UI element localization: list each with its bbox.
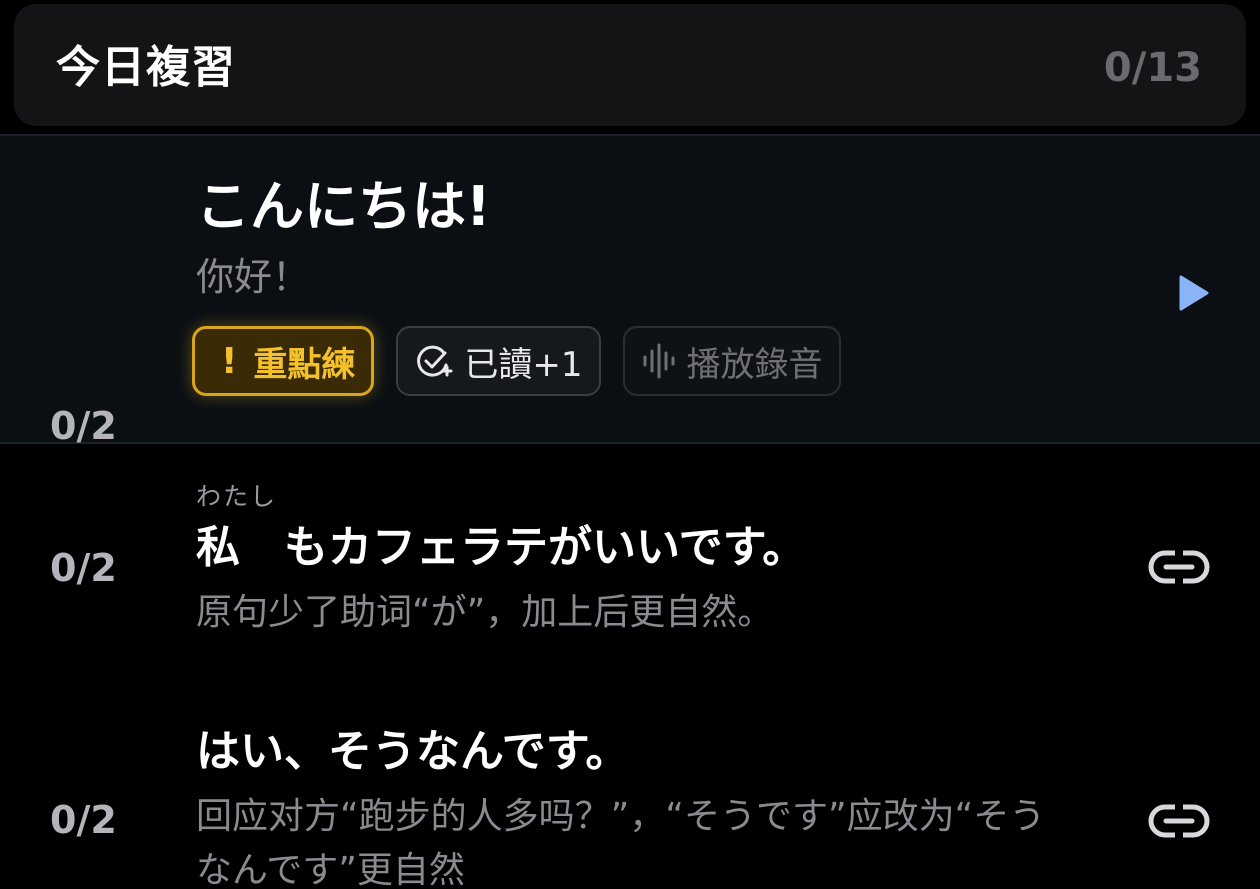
focus-practice-button[interactable]: ! 重點練 bbox=[192, 326, 375, 396]
mark-read-button[interactable]: 已讀+1 bbox=[396, 326, 601, 396]
review-screen: 今日複習 0/13 0/2 こんにちは! 你好！ ! 重點練 已讀+1 播放錄音… bbox=[0, 0, 1260, 889]
correction-note: 原句少了助词“が”，加上后更自然。 bbox=[196, 592, 774, 633]
item-tags: ! 重點練 已讀+1 播放錄音 bbox=[192, 326, 841, 396]
item-score: 0/2 bbox=[50, 404, 117, 448]
furigana-text: わたし bbox=[196, 482, 278, 511]
list-item[interactable]: わたし 0/2 私 もカフェラテがいいです。 原句少了助词“が”，加上后更自然。 bbox=[0, 470, 1260, 660]
japanese-sentence: 私 もカフェラテがいいです。 bbox=[196, 522, 807, 573]
mark-read-label: 已讀+1 bbox=[464, 344, 583, 385]
review-header: 今日複習 0/13 bbox=[14, 4, 1246, 126]
item-score: 0/2 bbox=[50, 798, 117, 842]
exclamation-icon: ! bbox=[221, 340, 238, 382]
play-recording-button[interactable]: 播放錄音 bbox=[622, 326, 841, 396]
list-item[interactable]: 0/2 こんにちは! 你好！ ! 重點練 已讀+1 播放錄音 bbox=[0, 134, 1260, 448]
japanese-sentence: はい、そうなんです。 bbox=[196, 726, 630, 777]
list-item[interactable]: 0/2 はい、そうなんです。 回应对方“跑步的人多吗？”，“そうです”应改为“そ… bbox=[0, 700, 1260, 889]
furigana: わたし bbox=[196, 480, 277, 514]
translation-text: 你好！ bbox=[196, 255, 311, 299]
check-circle-plus-icon bbox=[417, 345, 453, 377]
review-progress-count: 0/13 bbox=[1103, 45, 1202, 91]
link-icon[interactable] bbox=[1148, 804, 1210, 838]
japanese-sentence: こんにちは! bbox=[196, 175, 491, 238]
link-icon[interactable] bbox=[1148, 550, 1210, 584]
focus-practice-label: 重點練 bbox=[253, 344, 356, 385]
play-recording-label: 播放錄音 bbox=[686, 344, 823, 385]
correction-note: 回应对方“跑步的人多吗？”，“そうです”应改为“そうなんです”更自然 bbox=[196, 796, 1046, 889]
play-icon[interactable] bbox=[1178, 274, 1210, 312]
waveform-icon bbox=[643, 343, 675, 379]
page-title: 今日複習 bbox=[56, 42, 236, 93]
item-score: 0/2 bbox=[50, 546, 117, 590]
